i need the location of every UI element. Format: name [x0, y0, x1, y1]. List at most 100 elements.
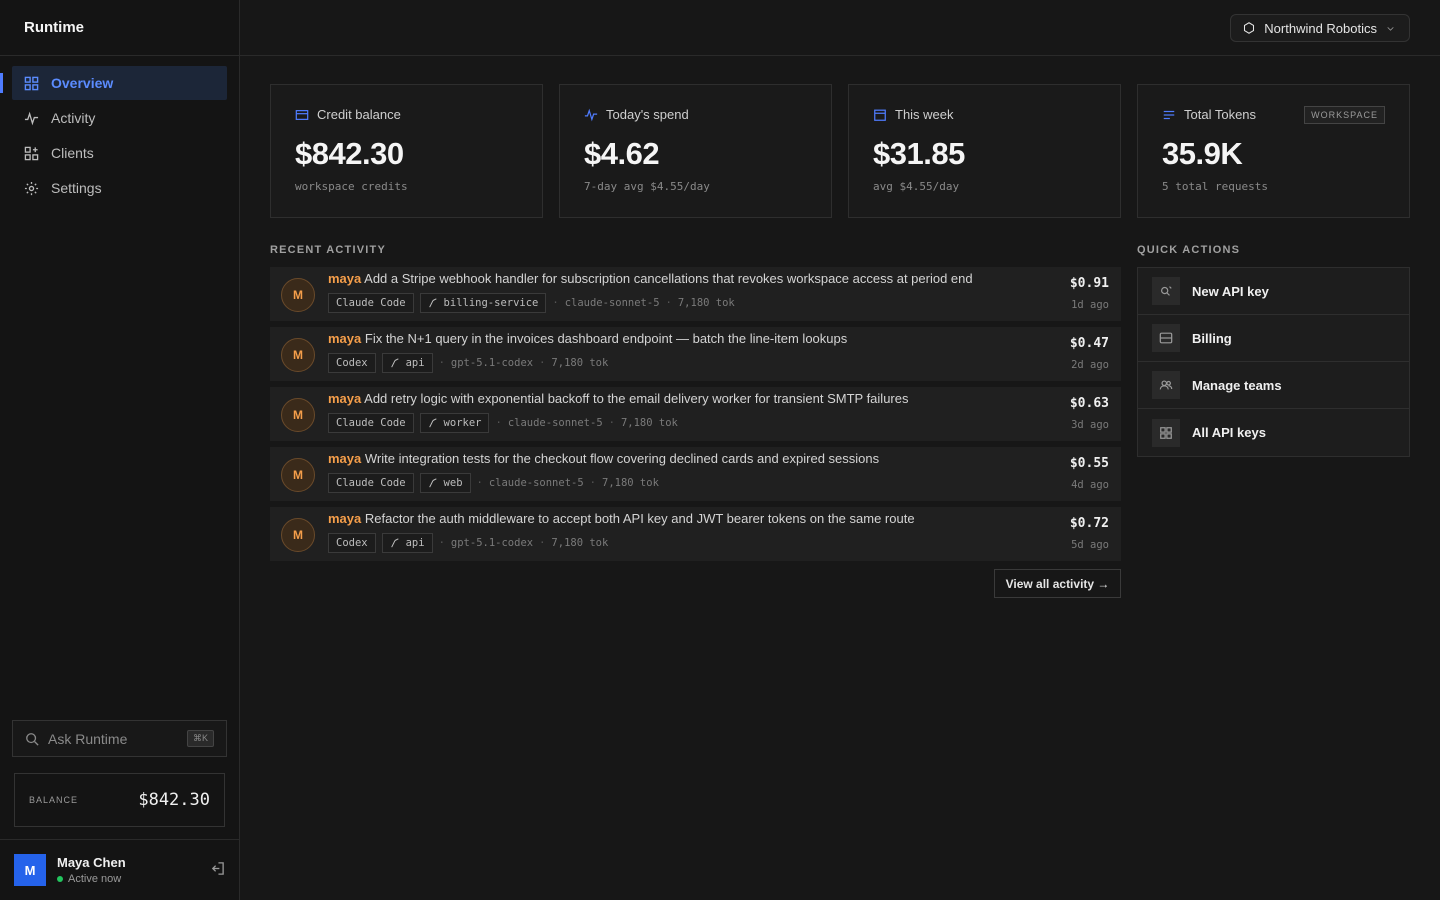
recent-activity-title: RECENT ACTIVITY	[270, 244, 386, 256]
branch-icon	[390, 358, 399, 368]
token-count: 7,180 tok	[551, 357, 609, 369]
activity-user: maya	[328, 511, 362, 526]
chevron-down-icon	[1387, 26, 1394, 31]
avatar[interactable]: M	[14, 854, 46, 886]
token-count: 7,180 tok	[602, 477, 659, 489]
all-api-keys-button[interactable]: All API keys	[1138, 409, 1409, 456]
separator: ·	[476, 477, 483, 489]
activity-cost: $0.72	[1069, 516, 1109, 531]
quick-action-label: All API keys	[1192, 425, 1266, 440]
repo-tag: api	[381, 533, 433, 553]
apps-icon	[24, 146, 39, 160]
user-status: Active now	[57, 873, 126, 885]
activity-text: Add retry logic with exponential backoff…	[364, 391, 909, 406]
sidebar-nav: Overview Activity Clients Settings	[0, 56, 239, 216]
activity-user: maya	[328, 391, 362, 406]
gear-icon	[24, 181, 39, 195]
card-total-tokens: Total Tokens WORKSPACE 35.9K 5 total req…	[1137, 84, 1410, 218]
quick-actions-title: QUICK ACTIONS	[1137, 244, 1241, 256]
activity-time: 4d ago	[1071, 479, 1109, 491]
user-avatar: M	[281, 278, 315, 312]
card-title: Total Tokens	[1184, 107, 1257, 122]
model-name: gpt-5.1-codex	[450, 357, 534, 369]
quick-actions-panel: New API key Billing Manage teams All API…	[1137, 267, 1410, 457]
ask-runtime-input[interactable]: Ask Runtime ⌘K	[12, 720, 227, 757]
quick-action-label: New API key	[1192, 283, 1269, 299]
ask-runtime-label: Ask Runtime	[48, 730, 128, 747]
activity-row[interactable]: M maya Add a Stripe webhook handler for …	[270, 267, 1121, 321]
branch-icon	[428, 478, 437, 488]
card-subtitle: workspace credits	[295, 180, 408, 193]
workspace-badge: WORKSPACE	[1304, 106, 1385, 124]
manage-teams-button[interactable]: Manage teams	[1138, 362, 1409, 409]
card-value: $842.30	[295, 136, 404, 171]
brand-title[interactable]: Runtime	[0, 0, 239, 56]
sidebar-item-label: Activity	[51, 110, 96, 126]
logout-button[interactable]	[210, 861, 225, 879]
shortcut-badge: ⌘K	[186, 730, 214, 747]
activity-list: M maya Add a Stripe webhook handler for …	[270, 267, 1121, 567]
activity-user: maya	[328, 271, 362, 286]
model-name: gpt-5.1-codex	[450, 537, 534, 549]
separator: ·	[608, 417, 615, 429]
branch-icon	[390, 538, 399, 548]
activity-row[interactable]: M maya Fix the N+1 query in the invoices…	[270, 327, 1121, 381]
activity-cost: $0.91	[1069, 276, 1109, 291]
repo-name: worker	[443, 417, 482, 429]
org-switcher[interactable]: Northwind Robotics	[1230, 14, 1410, 42]
card-icon	[1159, 332, 1173, 344]
separator: ·	[589, 477, 596, 489]
key-search-icon	[1161, 286, 1172, 296]
calendar-icon	[874, 109, 886, 121]
card-subtitle: 7-day avg $4.55/day	[584, 180, 710, 193]
user-avatar: M	[281, 518, 315, 552]
activity-cost: $0.47	[1069, 336, 1109, 351]
sidebar-item-label: Settings	[51, 180, 102, 196]
separator: ·	[539, 357, 546, 369]
new-api-key-button[interactable]: New API key	[1138, 268, 1409, 315]
sidebar-item-overview[interactable]: Overview	[0, 66, 227, 100]
activity-row[interactable]: M maya Refactor the auth middleware to a…	[270, 507, 1121, 561]
activity-user: maya	[328, 451, 362, 466]
card-todays-spend: Today's spend $4.62 7-day avg $4.55/day	[559, 84, 832, 218]
user-avatar: M	[281, 458, 315, 492]
user-profile: M Maya Chen Active now	[0, 839, 239, 900]
online-dot-icon	[57, 876, 63, 882]
user-name: Maya Chen	[57, 855, 126, 870]
activity-text: Add a Stripe webhook handler for subscri…	[364, 271, 973, 286]
balance-label: BALANCE	[29, 795, 79, 805]
client-tag: Claude Code	[328, 293, 414, 313]
repo-tag: web	[419, 473, 471, 493]
repo-tag: worker	[419, 413, 490, 433]
pulse-icon	[584, 108, 598, 121]
user-status-text: Active now	[68, 873, 122, 885]
branch-icon	[428, 298, 437, 308]
activity-time: 5d ago	[1071, 539, 1109, 551]
activity-row[interactable]: M maya Add retry logic with exponential …	[270, 387, 1121, 441]
activity-row[interactable]: M maya Write integration tests for the c…	[270, 447, 1121, 501]
activity-time: 3d ago	[1071, 419, 1109, 431]
sidebar-item-activity[interactable]: Activity	[12, 101, 227, 135]
separator: ·	[438, 357, 445, 369]
model-name: claude-sonnet-5	[564, 297, 660, 309]
repo-tag: billing-service	[419, 293, 547, 313]
sidebar-item-clients[interactable]: Clients	[12, 136, 227, 170]
quick-action-label: Billing	[1192, 330, 1232, 346]
card-this-week: This week $31.85 avg $4.55/day	[848, 84, 1121, 218]
hexagon-icon	[1244, 22, 1255, 34]
card-credit-balance: Credit balance $842.30 workspace credits	[270, 84, 543, 218]
activity-time: 1d ago	[1071, 299, 1109, 311]
token-count: 7,180 tok	[677, 297, 735, 309]
activity-text: Fix the N+1 query in the invoices dashbo…	[364, 331, 848, 346]
client-tag: Codex	[328, 533, 376, 553]
model-name: claude-sonnet-5	[488, 477, 584, 489]
billing-button[interactable]: Billing	[1138, 315, 1409, 362]
sidebar-item-label: Overview	[51, 75, 114, 91]
activity-cost: $0.55	[1069, 456, 1109, 471]
card-title: Credit balance	[317, 107, 401, 122]
view-all-activity-button[interactable]: View all activity →	[994, 569, 1121, 598]
lines-icon	[1163, 110, 1175, 119]
sidebar: Runtime Overview Activity Clients Settin…	[0, 0, 240, 900]
sidebar-item-settings[interactable]: Settings	[12, 171, 227, 205]
repo-name: billing-service	[443, 297, 539, 309]
